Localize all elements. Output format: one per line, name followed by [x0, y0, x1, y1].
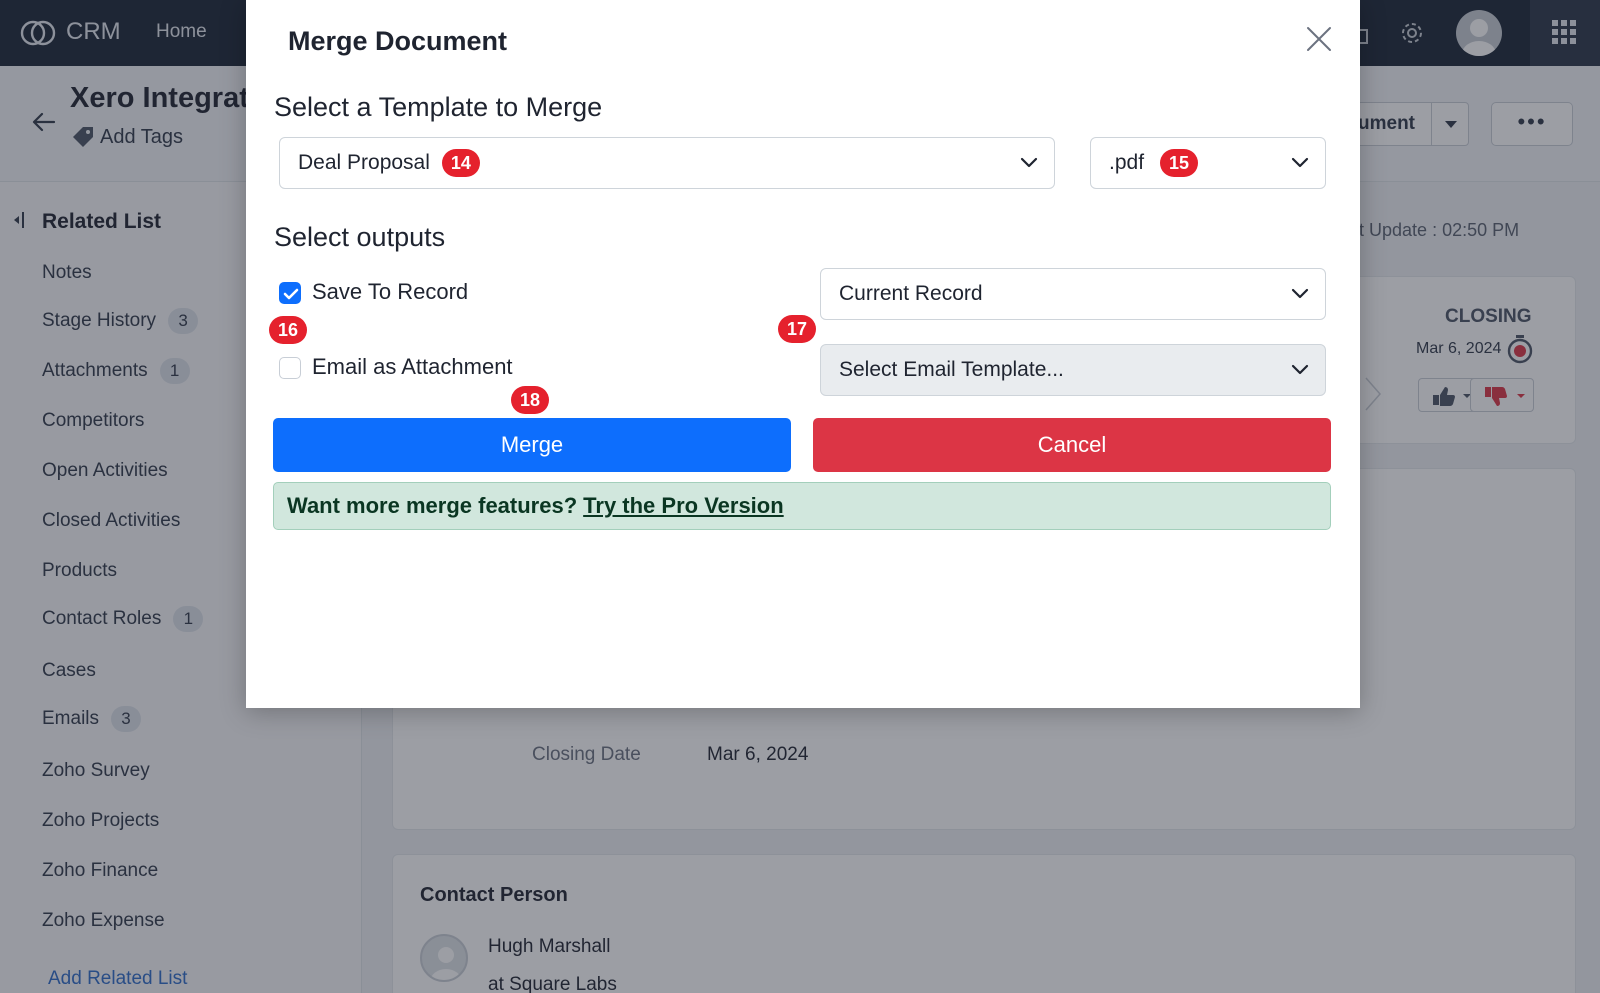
annotation-badge: 18: [511, 386, 549, 414]
annotation-badge: 14: [441, 149, 480, 177]
email-template-placeholder: Select Email Template...: [839, 358, 1064, 381]
chevron-down-icon: [1020, 157, 1038, 168]
record-select-value: Current Record: [839, 282, 983, 305]
checkmark-icon: [283, 288, 299, 300]
outputs-section-title: Select outputs: [274, 222, 446, 252]
merge-document-modal: Merge Document Select a Template to Merg…: [246, 0, 1360, 708]
chevron-down-icon: [1291, 157, 1309, 168]
email-attachment-label[interactable]: Email as Attachment: [312, 354, 513, 380]
pro-version-link[interactable]: Try the Pro Version: [583, 493, 784, 519]
modal-title: Merge Document: [288, 26, 508, 56]
save-to-record-checkbox[interactable]: [279, 282, 301, 304]
merge-button[interactable]: Merge: [273, 418, 791, 472]
template-select-value: Deal Proposal: [298, 151, 430, 174]
annotation-badge: 17: [778, 315, 816, 343]
save-to-record-label[interactable]: Save To Record: [312, 279, 468, 305]
format-select-value: .pdf: [1109, 151, 1145, 174]
chevron-down-icon: [1291, 288, 1309, 299]
cancel-button[interactable]: Cancel: [813, 418, 1331, 472]
annotation-badge: 16: [269, 316, 307, 344]
email-template-select[interactable]: Select Email Template...: [820, 344, 1326, 396]
pro-version-alert: Want more merge features? Try the Pro Ve…: [273, 482, 1331, 530]
chevron-down-icon: [1291, 364, 1309, 375]
template-section-title: Select a Template to Merge: [274, 92, 603, 122]
email-attachment-checkbox[interactable]: [279, 357, 301, 379]
close-icon[interactable]: [1304, 24, 1334, 54]
record-select[interactable]: Current Record: [820, 268, 1326, 320]
format-select[interactable]: .pdf 15: [1090, 137, 1326, 189]
annotation-badge: 15: [1160, 149, 1199, 177]
promo-text: Want more merge features?: [287, 493, 578, 518]
template-select[interactable]: Deal Proposal 14: [279, 137, 1055, 189]
